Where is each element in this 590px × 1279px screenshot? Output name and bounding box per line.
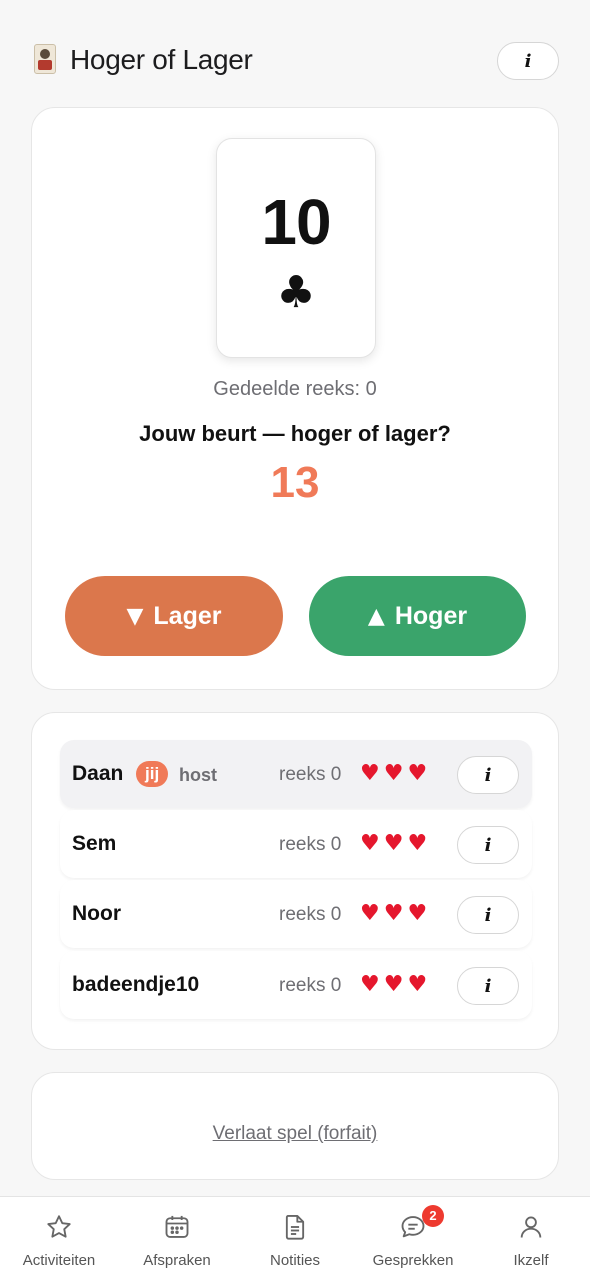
- tab-bar: Activiteiten Afspraken Notities 2 Gespre…: [0, 1196, 590, 1279]
- heart-icon: ♥: [407, 831, 428, 856]
- lower-button[interactable]: ▼ Lager: [65, 576, 283, 656]
- player-info-button[interactable]: i: [457, 896, 519, 934]
- person-icon: [520, 1216, 542, 1238]
- player-row: Daan jij host reeks 0 ♥ ♥ ♥ i: [60, 740, 532, 808]
- shared-streak: Gedeelde reeks: 0: [213, 378, 377, 400]
- lives: ♥ ♥ ♥: [360, 973, 427, 997]
- tab-label: Notities: [269, 1252, 321, 1269]
- host-label: host: [179, 765, 217, 785]
- tab-label: Activiteiten: [22, 1252, 96, 1269]
- player-row: Sem reeks 0 ♥ ♥ ♥ i: [60, 810, 532, 878]
- document-icon: [285, 1214, 305, 1240]
- lower-button-label: Lager: [153, 601, 222, 630]
- tab-afspraken[interactable]: Afspraken: [118, 1197, 236, 1279]
- higher-button[interactable]: ▲ Hoger: [309, 576, 526, 656]
- player-name: badeendje10: [72, 973, 200, 996]
- heart-icon: ♥: [383, 831, 404, 856]
- turn-prompt: Jouw beurt — hoger of lager?: [139, 421, 451, 446]
- player-info-button[interactable]: i: [457, 967, 519, 1005]
- tab-ikzelf[interactable]: Ikzelf: [472, 1197, 590, 1279]
- heart-icon: ♥: [360, 901, 380, 926]
- lives: ♥ ♥ ♥: [360, 762, 427, 786]
- calendar-icon: [165, 1215, 189, 1238]
- you-badge: jij: [136, 761, 169, 787]
- heart-icon: ♥: [383, 972, 404, 997]
- player-streak: reeks 0: [279, 834, 342, 855]
- higher-button-label: Hoger: [394, 601, 468, 630]
- lives: ♥ ♥ ♥: [360, 902, 427, 926]
- game-panel: 10 ♣ Gedeelde reeks: 0 Jouw beurt — hoge…: [31, 107, 559, 690]
- tab-label: Gesprekken: [372, 1252, 454, 1269]
- page-title: Hoger of Lager: [70, 44, 253, 75]
- card-rank: 10: [261, 186, 331, 258]
- heart-icon: ♥: [407, 761, 428, 786]
- player-streak: reeks 0: [279, 904, 342, 925]
- player-row: badeendje10 reeks 0 ♥ ♥ ♥ i: [60, 951, 532, 1019]
- playing-card: 10 ♣: [216, 138, 376, 358]
- unread-badge: 2: [422, 1205, 444, 1227]
- player-name: Daan: [72, 762, 124, 785]
- heart-icon: ♥: [360, 761, 380, 786]
- tab-notities[interactable]: Notities: [236, 1197, 354, 1279]
- player-row: Noor reeks 0 ♥ ♥ ♥ i: [60, 880, 532, 948]
- heart-icon: ♥: [360, 972, 380, 997]
- jester-card-icon: [34, 44, 56, 74]
- tab-label: Ikzelf: [513, 1252, 549, 1269]
- down-triangle-icon: ▼: [126, 603, 144, 629]
- player-info-button[interactable]: i: [457, 826, 519, 864]
- heart-icon: ♥: [360, 831, 380, 856]
- header: Hoger of Lager i: [0, 36, 590, 86]
- countdown-timer: 13: [270, 458, 320, 507]
- player-streak: reeks 0: [279, 975, 342, 996]
- heart-icon: ♥: [383, 761, 404, 786]
- player-streak: reeks 0: [279, 764, 342, 785]
- game-info-button[interactable]: i: [497, 42, 559, 80]
- leave-game-link[interactable]: Verlaat spel (forfait): [32, 1123, 558, 1145]
- leave-panel: Verlaat spel (forfait): [31, 1072, 559, 1180]
- star-icon: [47, 1215, 71, 1238]
- heart-icon: ♥: [383, 901, 404, 926]
- players-panel: Daan jij host reeks 0 ♥ ♥ ♥ i Sem reeks …: [31, 712, 559, 1050]
- tab-gesprekken[interactable]: 2 Gesprekken: [354, 1197, 472, 1279]
- player-name: Sem: [72, 832, 117, 855]
- tab-activiteiten[interactable]: Activiteiten: [0, 1197, 118, 1279]
- clubs-suit-icon: ♣: [276, 267, 316, 318]
- heart-icon: ♥: [407, 901, 428, 926]
- heart-icon: ♥: [407, 972, 428, 997]
- tab-label: Afspraken: [143, 1252, 211, 1269]
- player-name: Noor: [72, 902, 121, 925]
- up-triangle-icon: ▲: [367, 603, 385, 629]
- lives: ♥ ♥ ♥: [360, 832, 427, 856]
- player-info-button[interactable]: i: [457, 756, 519, 794]
